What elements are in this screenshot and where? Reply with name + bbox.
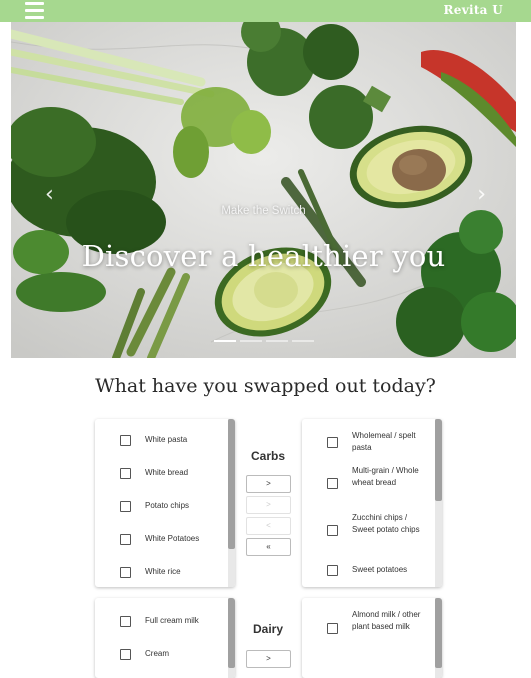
checkbox-white-pasta[interactable] <box>120 435 131 446</box>
scrollbar[interactable] <box>228 419 235 587</box>
hero-carousel: ‹ › Make the Switch Discover a healthier… <box>11 22 516 358</box>
checkbox-white-bread[interactable] <box>120 468 131 479</box>
scrollbar[interactable] <box>228 598 235 678</box>
move-all-right-button[interactable]: > <box>246 496 291 514</box>
checkbox-zucchini-chips[interactable] <box>327 525 338 536</box>
checkbox-almond-milk[interactable] <box>327 623 338 634</box>
chevron-left-icon[interactable]: ‹ <box>45 182 54 207</box>
dairy-healthy-list: Almond milk / other plant based milk <box>302 598 442 678</box>
checkbox-sweet-potatoes[interactable] <box>327 565 338 576</box>
swap-question-heading: What have you swapped out today? <box>95 375 436 397</box>
option-label: Multi-grain / Whole wheat bread <box>352 466 419 487</box>
move-all-left-button[interactable]: « <box>246 538 291 556</box>
checkbox-wholemeal-pasta[interactable] <box>327 437 338 448</box>
option-label: Zucchini chips / Sweet potato chips <box>352 513 420 534</box>
hero-title: Discover a healthier you <box>81 239 446 273</box>
carousel-indicator-4[interactable] <box>292 340 314 342</box>
hero-subtitle: Make the Switch <box>221 205 306 217</box>
option-label: White rice <box>145 567 181 576</box>
top-navbar: Revita U <box>0 0 531 22</box>
move-right-button[interactable]: > <box>246 650 291 668</box>
checkbox-potato-chips[interactable] <box>120 501 131 512</box>
carousel-indicators <box>214 340 314 342</box>
option-label: Sweet potatoes <box>352 565 408 574</box>
carbs-healthy-list: Wholemeal / spelt pasta Multi-grain / Wh… <box>302 419 442 587</box>
scrollbar[interactable] <box>435 598 442 678</box>
dairy-unhealthy-list: Full cream milk Cream <box>95 598 235 678</box>
option-label: White Potatoes <box>145 534 200 543</box>
brand-logo[interactable]: Revita U <box>444 3 504 17</box>
checkbox-multigrain-bread[interactable] <box>327 478 338 489</box>
option-label: Full cream milk <box>145 616 199 625</box>
scrollbar-thumb[interactable] <box>435 419 442 501</box>
option-label: White bread <box>145 468 189 477</box>
option-label: Potato chips <box>145 501 190 510</box>
carousel-indicator-1[interactable] <box>214 340 236 342</box>
hamburger-menu-icon[interactable] <box>25 2 44 19</box>
checkbox-full-cream-milk[interactable] <box>120 616 131 627</box>
option-label: Wholemeal / spelt pasta <box>352 431 416 452</box>
checkbox-white-rice[interactable] <box>120 567 131 578</box>
option-label: White pasta <box>145 435 188 444</box>
option-label: Almond milk / other plant based milk <box>352 610 421 631</box>
carousel-indicator-2[interactable] <box>240 340 262 342</box>
checkbox-white-potatoes[interactable] <box>120 534 131 545</box>
scrollbar[interactable] <box>435 419 442 587</box>
checkbox-cream[interactable] <box>120 649 131 660</box>
scrollbar-thumb[interactable] <box>228 419 235 549</box>
scrollbar-thumb[interactable] <box>435 598 442 668</box>
category-title-carbs: Carbs <box>250 449 285 463</box>
carbs-unhealthy-list: White pasta White bread Potato chips Whi… <box>95 419 235 587</box>
chevron-right-icon[interactable]: › <box>477 182 486 207</box>
move-right-button[interactable]: > <box>246 475 291 493</box>
carousel-indicator-3[interactable] <box>266 340 288 342</box>
move-left-button[interactable]: < <box>246 517 291 535</box>
category-title-dairy: Dairy <box>252 622 284 636</box>
option-label: Cream <box>145 649 170 658</box>
hero-image <box>11 22 516 358</box>
